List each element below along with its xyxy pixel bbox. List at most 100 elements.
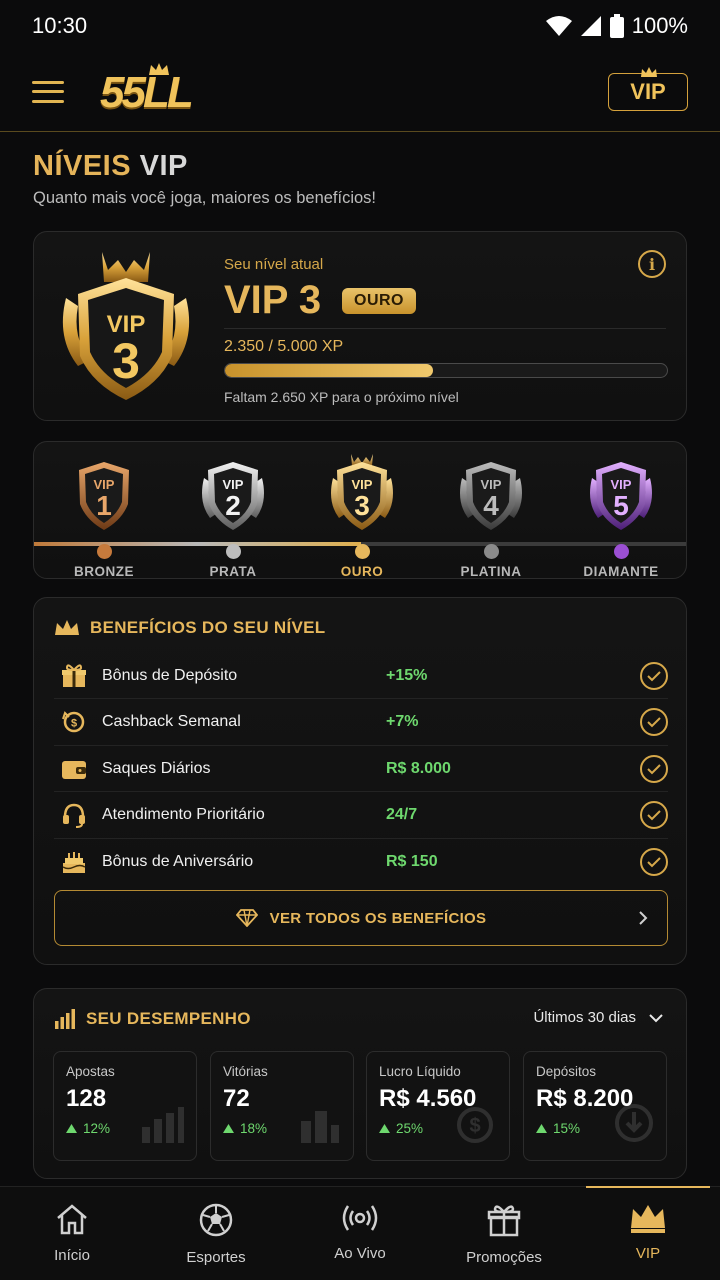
svg-text:$: $ [469,1115,480,1137]
logo-text: 55LL [100,67,194,117]
benefit-row: $ Cashback Semanal +7% [54,700,668,746]
check-circle-icon [640,661,668,690]
benefit-name: Bônus de Aniversário [102,853,254,870]
tier-emblem-icon: VIP3 [331,454,393,530]
wifi-icon [545,16,572,36]
tier-emblem-icon: VIP1 [79,462,129,530]
nav-label: Ao Vivo [334,1245,386,1262]
nav-crown[interactable]: VIP [576,1186,720,1280]
tier-dot [226,544,241,559]
stat-label: Lucro Líquido [379,1064,461,1079]
battery-percent: 100% [631,13,688,38]
current-level-label: Seu nível atual [224,256,324,273]
stat-label: Apostas [66,1064,115,1079]
tier-emblem-icon: VIP2 [202,462,264,530]
info-icon[interactable]: i [638,250,666,278]
stat-card: Vitórias 72 18% [210,1051,354,1161]
benefit-value: 24/7 [386,806,418,823]
nav-gift[interactable]: Promoções [432,1187,576,1280]
tier-emblem-icon: VIP5 [590,462,652,530]
benefits-title: BENEFÍCIOS DO SEU NÍVEL [54,618,326,638]
svg-text:3: 3 [354,490,370,521]
benefit-value: R$ 150 [386,853,438,870]
arrow-up-icon [536,1124,547,1133]
crown-icon [641,66,657,77]
check-circle-icon [640,848,668,876]
tier-dot [484,544,499,559]
tier-platina[interactable]: VIP 4 PLATINA [426,450,556,578]
svg-text:1: 1 [96,490,112,521]
stat-decor-icon [140,1107,184,1148]
check-circle-icon [640,708,668,736]
benefit-row: Atendimento Prioritário 24/7 [54,793,668,839]
crown-icon [55,620,79,635]
crown-icon [628,1203,668,1237]
tier-diamante[interactable]: VIP 5 DIAMANTE [556,450,686,578]
bar-chart-icon [55,1009,75,1029]
status-bar: 10:30 100% [0,0,720,52]
performance-card: SEU DESEMPENHO Últimos 30 dias Apostas 12… [33,988,687,1179]
page-title: NÍVEIS VIP [33,150,188,182]
check-circle-icon [640,754,668,783]
cake-icon [54,849,94,875]
nav-label: VIP [635,1245,661,1262]
status-time: 10:30 [32,13,88,38]
arrow-up-icon [223,1124,234,1133]
tier-bronze[interactable]: VIP 1 BRONZE [39,450,169,578]
chevron-right-icon [639,911,648,925]
tier-ouro[interactable]: VIP 3 OURO [297,450,427,578]
performance-title: SEU DESEMPENHO [54,1009,251,1029]
nav-label: Esportes [186,1249,246,1266]
svg-text:4: 4 [483,490,499,521]
tier-name: BRONZE [74,564,134,579]
wallet-icon [54,758,94,780]
benefit-row: Bônus de Aniversário R$ 150 [54,839,668,885]
tier-badge: OURO [342,288,416,314]
xp-text: 2.350 / 5.000 XP [224,338,344,355]
stat-decor-icon [297,1107,341,1148]
status-icons: 100% [545,13,688,39]
tier-emblem-icon: VIP4 [460,462,522,530]
benefits-card: BENEFÍCIOS DO SEU NÍVEL Bônus de Depósit… [33,597,687,965]
benefit-value: +15% [386,666,428,684]
gift-icon [487,1203,521,1241]
current-level-card: VIP 3 Seu nível atual VIP 3 OURO i 2.350… [33,231,687,421]
logo[interactable]: 55LL [100,62,210,122]
check-circle-icon [640,801,668,829]
app-header: 55LL VIP [0,52,720,132]
svg-text:5: 5 [613,490,629,521]
tier-prata[interactable]: VIP 2 PRATA [168,450,298,578]
bottom-navigation: Início Esportes Ao Vivo Promoções VIP [0,1186,720,1280]
stat-card: Apostas 128 12% [53,1051,197,1161]
tier-name: PRATA [209,564,257,579]
cashback-icon: $ [54,709,94,735]
soccer-ball-icon [199,1203,233,1241]
battery-icon [609,14,624,38]
nav-soccer-ball[interactable]: Esportes [144,1187,288,1280]
stat-card: Lucro Líquido R$ 4.560 25% $ [366,1051,510,1161]
tier-dot [614,544,629,559]
menu-button[interactable] [32,80,64,103]
nav-home[interactable]: Início [0,1187,144,1280]
divider [224,328,666,329]
current-level-value: VIP 3 [224,278,322,322]
nav-label: Início [54,1247,90,1264]
stat-decor-icon [614,1103,654,1148]
benefit-value: +7% [386,713,419,730]
xp-remaining-text: Faltam 2.650 XP para o próximo nível [224,389,459,405]
gift-icon [54,663,94,688]
xp-progress-fill [225,364,433,377]
home-icon [55,1203,89,1239]
stat-decor-icon: $ [453,1107,497,1148]
vip-header-label: VIP [630,78,666,104]
tier-name: DIAMANTE [583,564,659,579]
period-dropdown[interactable]: Últimos 30 dias [533,1009,664,1026]
nav-live-broadcast[interactable]: Ao Vivo [288,1187,432,1280]
benefit-value: R$ 8.000 [386,759,451,777]
see-all-benefits-button[interactable]: VER TODOS OS BENEFÍCIOS [54,890,668,946]
vip-header-button[interactable]: VIP [608,66,688,111]
stat-label: Depósitos [536,1064,597,1079]
svg-text:$: $ [71,718,77,730]
chevron-down-icon [649,1013,663,1022]
benefit-name: Cashback Semanal [102,713,241,730]
